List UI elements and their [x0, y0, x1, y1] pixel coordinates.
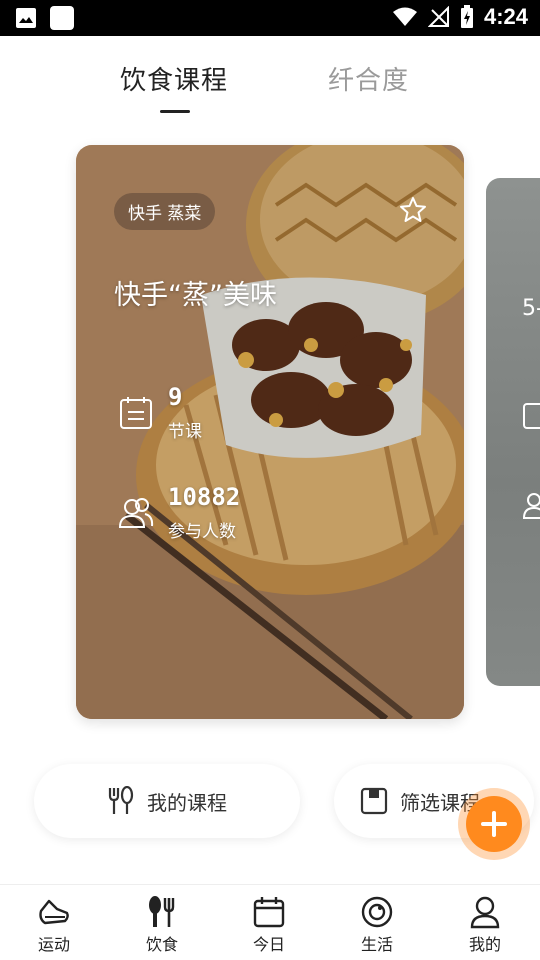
course-card[interactable]: 快手 蒸菜 快手“蒸”美味 9 节课 10882 参与人数 — [76, 145, 464, 719]
calendar-icon — [253, 897, 285, 928]
my-courses-label: 我的课程 — [147, 790, 227, 815]
nav-today[interactable]: 今日 — [229, 895, 309, 955]
nav-label-diet: 饮食 — [145, 935, 178, 954]
top-tabs: 饮食课程 纤合度 — [0, 56, 540, 126]
app-notification-icon — [50, 6, 74, 30]
calendar-checklist-icon — [120, 397, 152, 429]
food-icon — [149, 896, 175, 927]
active-tab-indicator — [160, 110, 190, 113]
nav-label-life: 生活 — [360, 935, 393, 954]
favorite-star-icon[interactable] — [398, 195, 428, 225]
add-button[interactable] — [466, 796, 522, 852]
nav-sport[interactable]: 运动 — [14, 895, 94, 955]
participants-label: 参与人数 — [168, 522, 236, 542]
course-tag: 快手 蒸菜 — [114, 193, 216, 230]
steamed-dish-photo — [76, 145, 464, 719]
nav-life[interactable]: 生活 — [337, 895, 417, 955]
battery-charging-icon — [460, 5, 473, 28]
people-icon — [522, 493, 540, 519]
lessons-label: 节课 — [168, 422, 202, 442]
nav-me[interactable]: 我的 — [445, 895, 525, 955]
participants-count: 10882 — [168, 483, 241, 511]
clock: 4:24 — [483, 4, 528, 29]
people-icon — [118, 498, 154, 528]
bottom-nav: 运动 饮食 今日 生活 我的 — [0, 884, 540, 960]
life-icon — [361, 896, 393, 928]
nav-diet[interactable]: 饮食 — [122, 895, 202, 955]
nav-label-me: 我的 — [468, 935, 501, 954]
tab-diet-courses[interactable]: 饮食课程 — [120, 60, 228, 97]
plus-icon — [481, 811, 507, 837]
sneaker-icon — [39, 899, 69, 925]
course-title: 快手“蒸”美味 — [114, 280, 277, 311]
nav-label-sport: 运动 — [37, 935, 70, 954]
my-courses-button[interactable]: 我的课程 — [34, 764, 300, 838]
status-bar: 4:24 — [0, 0, 540, 36]
lessons-count: 9 — [168, 383, 183, 411]
next-card-partial-text: 5- — [522, 296, 540, 321]
person-icon — [470, 896, 500, 929]
wifi-icon — [392, 7, 417, 26]
fork-knife-icon — [108, 786, 134, 814]
filter-box-icon — [360, 787, 388, 815]
calendar-checklist-icon — [523, 403, 540, 429]
image-notification-icon — [16, 8, 36, 28]
no-signal-icon — [427, 6, 449, 27]
next-course-card[interactable]: 5- — [486, 178, 540, 686]
nav-label-today: 今日 — [252, 935, 285, 954]
tab-fiber[interactable]: 纤合度 — [328, 60, 409, 97]
